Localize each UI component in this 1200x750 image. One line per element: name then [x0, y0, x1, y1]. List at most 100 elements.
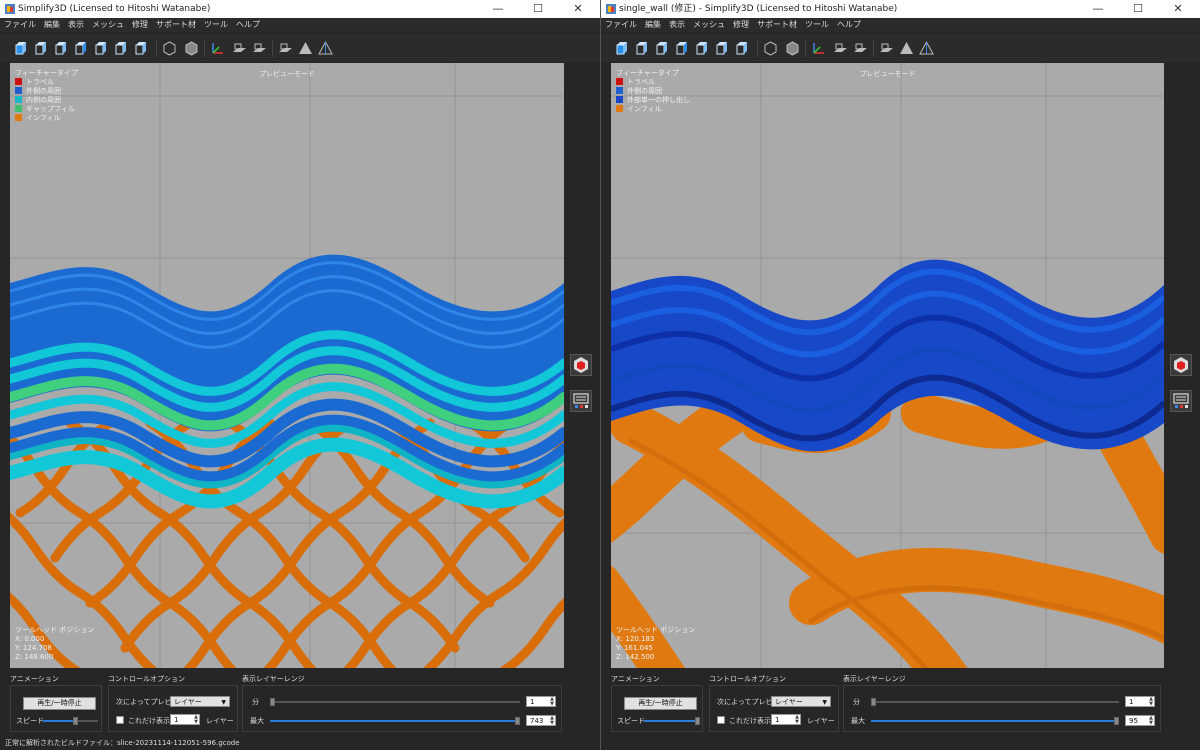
max-layer-slider[interactable] [871, 717, 1119, 725]
cube-front-button[interactable] [615, 41, 630, 56]
animation-group: アニメーション 再生/一時停止 スピード [10, 674, 102, 732]
control-options-label: コントロールオプション [709, 675, 786, 683]
bed-button[interactable] [232, 41, 247, 56]
wireframe-button[interactable] [162, 41, 177, 56]
menu-help[interactable]: ヘルプ [833, 18, 865, 32]
min-layer-spinbox[interactable]: 1 ▲ ▼ [1125, 696, 1155, 707]
preview-viewport[interactable]: プレビューモード フィーチャータイプ トラベル 外側の周囲 外部単一の押し出し … [611, 63, 1164, 668]
cube-iso-button[interactable] [735, 41, 750, 56]
axes-button[interactable] [811, 41, 826, 56]
cube-right-button[interactable] [675, 41, 690, 56]
show-model-button[interactable] [570, 354, 592, 376]
maximize-button[interactable]: ☐ [518, 0, 558, 18]
cube-bottom-button[interactable] [114, 41, 129, 56]
cube-top-button[interactable] [94, 41, 109, 56]
menu-view[interactable]: 表示 [64, 18, 88, 32]
cube-back-button[interactable] [635, 41, 650, 56]
preview-by-select[interactable]: レイヤー ▼ [170, 696, 230, 707]
menu-tools[interactable]: ツール [801, 18, 833, 32]
cube-front-button[interactable] [14, 41, 29, 56]
menu-bar: ファイル 編集 表示 メッシュ 修理 サポート材 ツール ヘルプ [0, 18, 600, 32]
menu-file[interactable]: ファイル [0, 18, 40, 32]
wireframe-button[interactable] [763, 41, 778, 56]
menu-support[interactable]: サポート材 [152, 18, 200, 32]
toolhead-x: X: 0.000 [15, 635, 45, 643]
preview-viewport[interactable]: プレビューモード フィーチャータイプ トラベル 外側の周囲 内側の周囲 ギャップ… [10, 63, 564, 668]
cube-left-icon [55, 42, 66, 55]
min-layer-slider[interactable] [871, 698, 1119, 706]
preview-settings-button[interactable] [1170, 390, 1192, 412]
cross-section-button[interactable] [298, 41, 313, 56]
show-only-layer-spinbox[interactable]: 1 ▲ ▼ [170, 714, 200, 725]
min-layer-spinbox[interactable]: 1 ▲ ▼ [526, 696, 556, 707]
max-layer-slider-handle[interactable] [1114, 717, 1119, 725]
min-layer-slider-handle[interactable] [871, 698, 876, 706]
cross-section-button[interactable] [899, 41, 914, 56]
layer-view-button[interactable] [919, 41, 934, 56]
toolbar-separator [204, 40, 205, 57]
max-layer-slider[interactable] [270, 717, 520, 725]
preview-mode-label: プレビューモード [859, 70, 916, 78]
menu-repair[interactable]: 修理 [729, 18, 753, 32]
cube-top-icon [696, 42, 707, 55]
build-volume-button[interactable] [853, 41, 868, 56]
menu-edit[interactable]: 編集 [641, 18, 665, 32]
legend-swatch [616, 96, 623, 103]
speed-label: スピード [16, 717, 44, 725]
feature-legend: フィーチャータイプ トラベル 外側の周囲 内側の周囲 ギャップフィル インフィル [15, 69, 78, 123]
close-button[interactable]: ✕ [1158, 0, 1198, 18]
show-only-layer-spinbox[interactable]: 1 ▲ ▼ [771, 714, 801, 725]
bed-icon [834, 43, 847, 52]
cube-left-button[interactable] [54, 41, 69, 56]
cube-back-button[interactable] [34, 41, 49, 56]
speed-slider-handle[interactable] [73, 717, 78, 725]
shadow-button[interactable] [278, 41, 293, 56]
close-button[interactable]: ✕ [558, 0, 598, 18]
toolbar [0, 34, 600, 62]
legend-item-outer-perimeter: 外側の周囲 [616, 87, 690, 96]
layer-range-label: 表示レイヤーレンジ [242, 675, 305, 683]
axes-button[interactable] [210, 41, 225, 56]
menu-view[interactable]: 表示 [665, 18, 689, 32]
menu-repair[interactable]: 修理 [128, 18, 152, 32]
cube-iso-button[interactable] [134, 41, 149, 56]
speed-slider-handle[interactable] [694, 717, 700, 725]
speed-slider[interactable] [43, 717, 98, 725]
preview-by-select[interactable]: レイヤー ▼ [771, 696, 831, 707]
minimize-button[interactable]: — [478, 0, 518, 18]
show-only-checkbox[interactable] [116, 716, 124, 724]
show-model-button[interactable] [1170, 354, 1192, 376]
play-pause-button[interactable]: 再生/一時停止 [624, 697, 697, 710]
play-pause-button[interactable]: 再生/一時停止 [23, 697, 96, 710]
build-volume-button[interactable] [252, 41, 267, 56]
min-layer-slider[interactable] [270, 698, 520, 706]
cube-bottom-button[interactable] [715, 41, 730, 56]
cube-top-button[interactable] [695, 41, 710, 56]
menu-mesh[interactable]: メッシュ [689, 18, 729, 32]
max-layer-spinbox[interactable]: 743 ▲ ▼ [526, 715, 556, 726]
menu-edit[interactable]: 編集 [40, 18, 64, 32]
shadow-icon [880, 43, 893, 52]
toolhead-z: Z: 148.600 [15, 653, 54, 661]
layer-view-button[interactable] [318, 41, 333, 56]
max-layer-spinbox[interactable]: 95 ▲ ▼ [1125, 715, 1155, 726]
preview-settings-button[interactable] [570, 390, 592, 412]
bed-button[interactable] [833, 41, 848, 56]
solid-button[interactable] [785, 41, 800, 56]
menu-tools[interactable]: ツール [200, 18, 232, 32]
menu-file[interactable]: ファイル [601, 18, 641, 32]
max-layer-slider-handle[interactable] [515, 717, 520, 725]
shadow-button[interactable] [879, 41, 894, 56]
cube-right-button[interactable] [74, 41, 89, 56]
menu-help[interactable]: ヘルプ [232, 18, 264, 32]
speed-slider[interactable] [644, 717, 700, 725]
layer-view-icon [919, 41, 934, 55]
menu-mesh[interactable]: メッシュ [88, 18, 128, 32]
minimize-button[interactable]: — [1078, 0, 1118, 18]
show-only-checkbox[interactable] [717, 716, 725, 724]
solid-button[interactable] [184, 41, 199, 56]
cube-left-button[interactable] [655, 41, 670, 56]
min-layer-slider-handle[interactable] [270, 698, 275, 706]
maximize-button[interactable]: ☐ [1118, 0, 1158, 18]
menu-support[interactable]: サポート材 [753, 18, 801, 32]
